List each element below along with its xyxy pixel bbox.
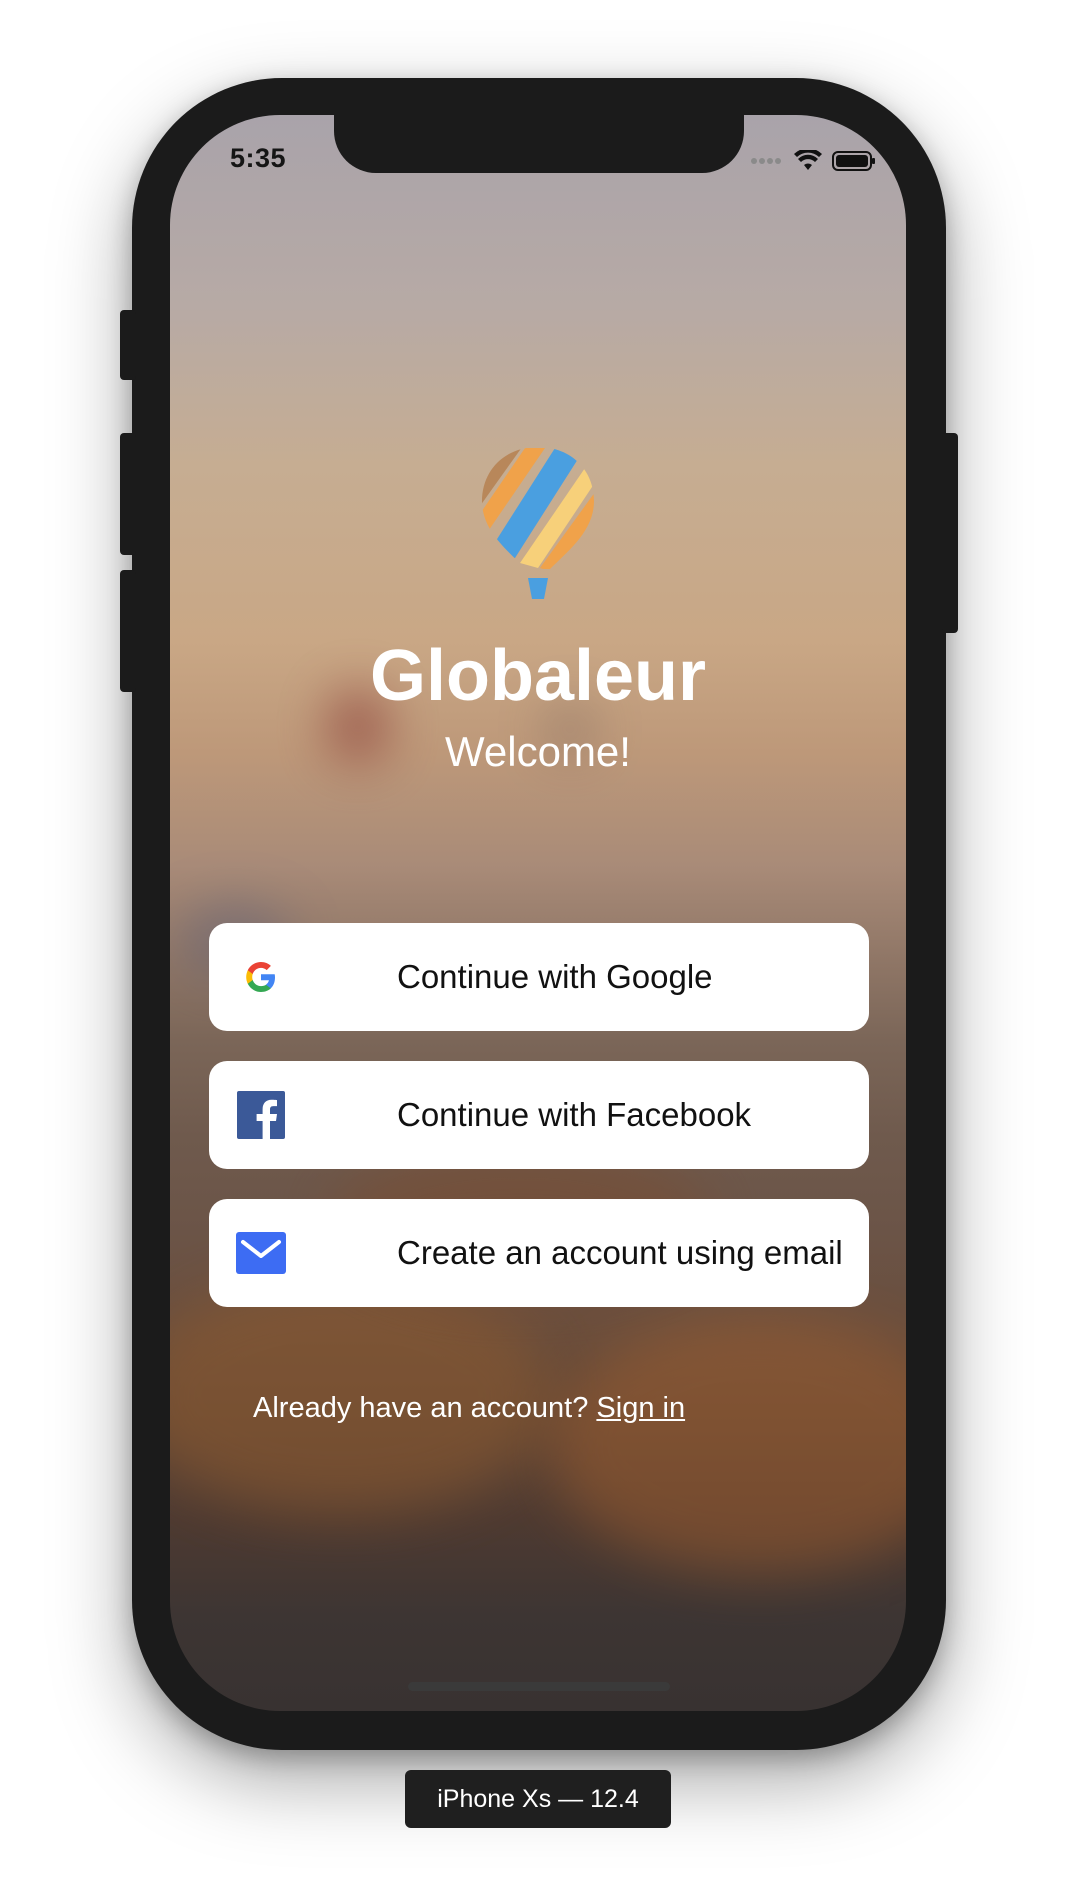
volume-down-button — [120, 570, 136, 692]
google-button-label: Continue with Google — [397, 958, 713, 995]
create-account-email-button[interactable]: Create an account using email — [209, 1199, 869, 1307]
facebook-button-label: Continue with Facebook — [397, 1096, 752, 1133]
signin-row: Already have an account? Sign in — [253, 1392, 685, 1425]
power-button — [942, 433, 958, 633]
facebook-icon — [233, 1087, 289, 1143]
status-icons — [750, 149, 876, 173]
continue-with-google-button[interactable]: Continue with Google — [209, 923, 869, 1031]
hot-air-balloon-icon — [482, 447, 594, 599]
volume-up-button — [120, 433, 136, 555]
mute-switch — [120, 310, 136, 380]
notch — [334, 115, 744, 173]
mail-icon — [233, 1225, 289, 1281]
simulator-device-label: iPhone Xs — 12.4 — [405, 1770, 671, 1828]
battery-icon — [832, 151, 875, 171]
email-button-label: Create an account using email — [397, 1234, 843, 1271]
signin-link[interactable]: Sign in — [596, 1392, 685, 1424]
google-icon — [233, 949, 289, 1005]
continue-with-facebook-button[interactable]: Continue with Facebook — [209, 1061, 869, 1169]
signin-prompt: Already have an account? — [253, 1392, 589, 1424]
signal-dots-icon — [751, 158, 781, 164]
status-time: 5:35 — [230, 143, 287, 173]
home-indicator[interactable] — [408, 1682, 670, 1691]
app-title: Globaleur — [369, 636, 707, 716]
background-hills — [550, 1315, 906, 1575]
wifi-icon — [794, 150, 822, 170]
app-screen: 5:35 Globaleur Welcome! Continue with Go… — [170, 115, 906, 1711]
welcome-text: Welcome! — [445, 728, 631, 775]
